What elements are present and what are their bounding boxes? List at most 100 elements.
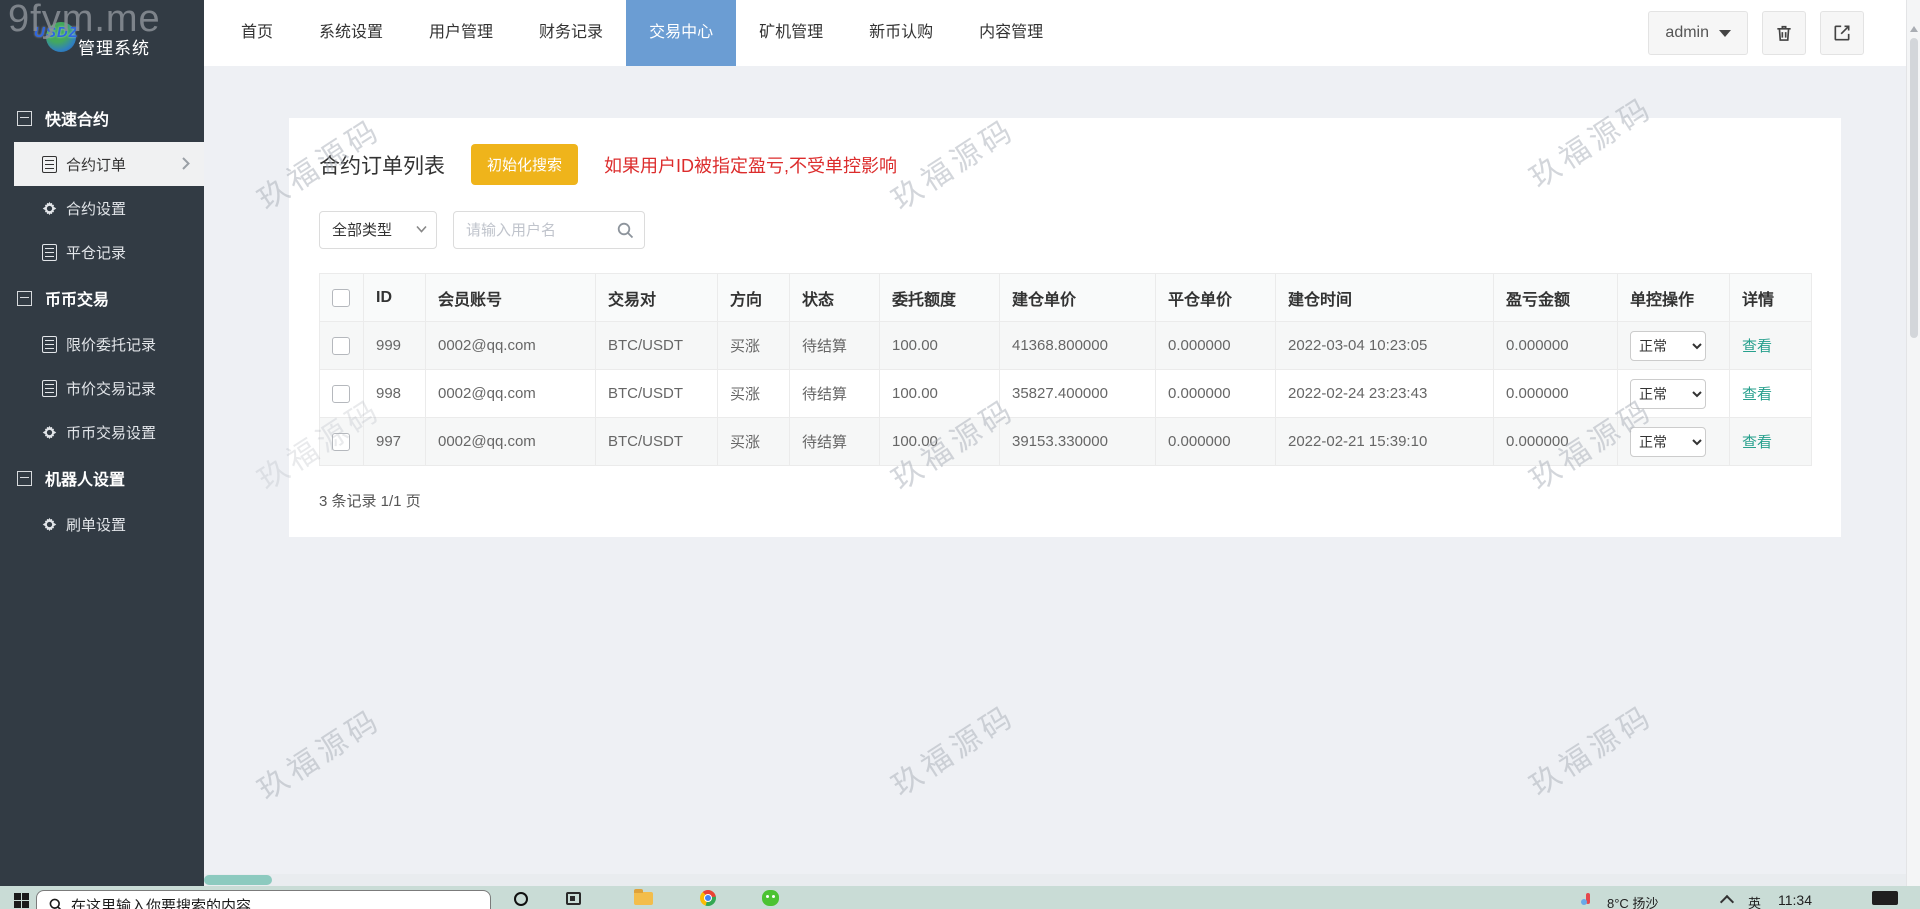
sidebar-item-contract-orders[interactable]: 合约订单 [14,142,204,186]
view-detail-link[interactable]: 查看 [1742,434,1772,451]
cell-direction: 买涨 [717,417,790,466]
admin-username: admin [1665,24,1709,41]
sidebar-item-label: 合约订单 [66,156,127,174]
warning-text: 如果用户ID被指定盈亏,不受单控影响 [604,155,898,176]
search-icon[interactable] [617,222,634,239]
cell-pnl: 0.000000 [1493,417,1618,466]
sidebar-section-quick-contract: 快速合约 合约订单 合约设置 平仓记录 [0,94,204,274]
control-select[interactable]: 正常 [1630,426,1706,457]
username-search-wrap [453,211,645,249]
col-header-status: 状态 [789,273,880,322]
row-checkbox[interactable] [332,384,350,403]
tray-clock[interactable]: 11:34 [1778,892,1812,908]
chrome-icon[interactable] [700,890,716,906]
control-select[interactable]: 正常 [1630,378,1706,409]
card-header: 合约订单列表 初始化搜索 如果用户ID被指定盈亏,不受单控影响 [319,144,1811,185]
sidebar-item-contract-settings[interactable]: 合约设置 [0,186,204,230]
sidebar-item-label: 币币交易设置 [66,424,157,442]
cell-amount: 100.00 [879,321,1000,370]
view-detail-link[interactable]: 查看 [1742,386,1772,403]
weather-icon[interactable] [1581,893,1590,905]
vertical-scroll-thumb[interactable] [1909,38,1918,338]
cell-close-price: 0.000000 [1155,417,1276,466]
col-header-amount: 委托额度 [879,273,1000,322]
type-select-wrap: 全部类型 [319,211,437,249]
tray-weather-text[interactable]: 8°C 扬沙 [1607,893,1658,909]
cell-id: 999 [363,321,426,370]
sidebar-item-brush-order-settings[interactable]: 刷单设置 [0,502,204,546]
cell-status: 待结算 [789,321,880,370]
col-header-id: ID [363,273,426,322]
nav-item-system-settings[interactable]: 系统设置 [296,0,406,66]
nav-item-miner-management[interactable]: 矿机管理 [736,0,846,66]
table-row: 998 0002@qq.com BTC/USDT 买涨 待结算 100.00 3… [319,369,1812,418]
export-icon [1834,25,1850,41]
cell-pnl: 0.000000 [1493,321,1618,370]
sidebar-item-close-position-records[interactable]: 平仓记录 [0,230,204,274]
username-input[interactable] [454,221,617,239]
task-view-icon[interactable] [566,892,581,905]
search-icon [49,898,62,909]
view-detail-link[interactable]: 查看 [1742,338,1772,355]
sidebar-item-label: 限价委托记录 [66,336,157,354]
nav-item-finance-records[interactable]: 财务记录 [516,0,626,66]
col-header-account: 会员账号 [425,273,596,322]
sidebar-section-title-quick-contract[interactable]: 快速合约 [0,94,204,142]
list-icon [42,155,57,173]
gear-icon [42,201,57,215]
sidebar-item-limit-order-records[interactable]: 限价委托记录 [0,322,204,366]
cortana-icon[interactable] [514,892,528,906]
cell-account: 0002@qq.com [425,369,596,418]
type-select[interactable]: 全部类型 [319,211,437,249]
nav-item-trade-center[interactable]: 交易中心 [626,0,737,66]
horizontal-scrollbar[interactable] [204,874,1906,886]
clear-cache-button[interactable] [1762,11,1806,55]
sidebar-item-label: 合约设置 [66,200,127,218]
tray-dark-button[interactable] [1872,891,1898,905]
scroll-up-arrow-icon[interactable] [1909,26,1918,32]
orders-card: 合约订单列表 初始化搜索 如果用户ID被指定盈亏,不受单控影响 全部类型 请输入… [289,118,1841,537]
init-search-button[interactable]: 初始化搜索 [471,144,579,185]
control-select[interactable]: 正常 [1630,330,1706,361]
logout-button[interactable] [1820,11,1864,55]
tray-expand-icon[interactable] [1719,894,1735,909]
row-checkbox[interactable] [332,336,350,355]
table-row: 999 0002@qq.com BTC/USDT 买涨 待结算 100.00 4… [319,321,1812,370]
select-all-checkbox[interactable] [332,288,350,307]
nav-item-content-management[interactable]: 内容管理 [956,0,1066,66]
gear-icon [42,425,57,439]
file-explorer-icon[interactable] [634,889,653,905]
taskbar-search-box[interactable]: 在这里输入你要搜索的内容 [36,890,491,909]
sidebar-item-label: 刷单设置 [66,516,127,534]
trash-icon [1777,25,1791,41]
admin-menu-button[interactable]: admin [1648,11,1748,55]
col-header-open-time: 建仓时间 [1275,273,1494,322]
cell-close-price: 0.000000 [1155,369,1276,418]
cell-close-price: 0.000000 [1155,321,1276,370]
cell-pair: BTC/USDT [595,417,718,466]
collapse-icon [17,470,32,486]
vertical-scrollbar[interactable] [1906,0,1920,886]
nav-item-new-coin[interactable]: 新币认购 [846,0,956,66]
orders-table: ID 会员账号 交易对 方向 状态 委托额度 建仓单价 平仓单价 建仓时间 盈亏… [319,273,1812,466]
top-header: 9fym.me USDZ 管理系统 首页 系统设置 用户管理 财务记录 交易中心… [0,0,1906,66]
sidebar-section-coin-trade: 币币交易 限价委托记录 市价交易记录 币币交易设置 [0,274,204,454]
cell-pair: BTC/USDT [595,321,718,370]
cell-open-time: 2022-02-24 23:23:43 [1275,369,1494,418]
nav-item-user-management[interactable]: 用户管理 [406,0,516,66]
col-header-direction: 方向 [717,273,790,322]
cell-amount: 100.00 [879,417,1000,466]
col-header-detail: 详情 [1729,273,1812,322]
cell-account: 0002@qq.com [425,417,596,466]
gear-icon [42,517,57,531]
wechat-icon[interactable] [762,890,779,906]
sidebar-item-coin-trade-settings[interactable]: 币币交易设置 [0,410,204,454]
tray-language-indicator[interactable]: 英 [1748,893,1761,909]
horizontal-scroll-thumb[interactable] [204,875,272,885]
sidebar-item-market-trade-records[interactable]: 市价交易记录 [0,366,204,410]
start-button[interactable] [14,893,29,908]
sidebar-section-title-coin-trade[interactable]: 币币交易 [0,274,204,322]
sidebar-section-title-robot-settings[interactable]: 机器人设置 [0,454,204,502]
nav-item-home[interactable]: 首页 [218,0,296,66]
row-checkbox[interactable] [332,432,350,451]
